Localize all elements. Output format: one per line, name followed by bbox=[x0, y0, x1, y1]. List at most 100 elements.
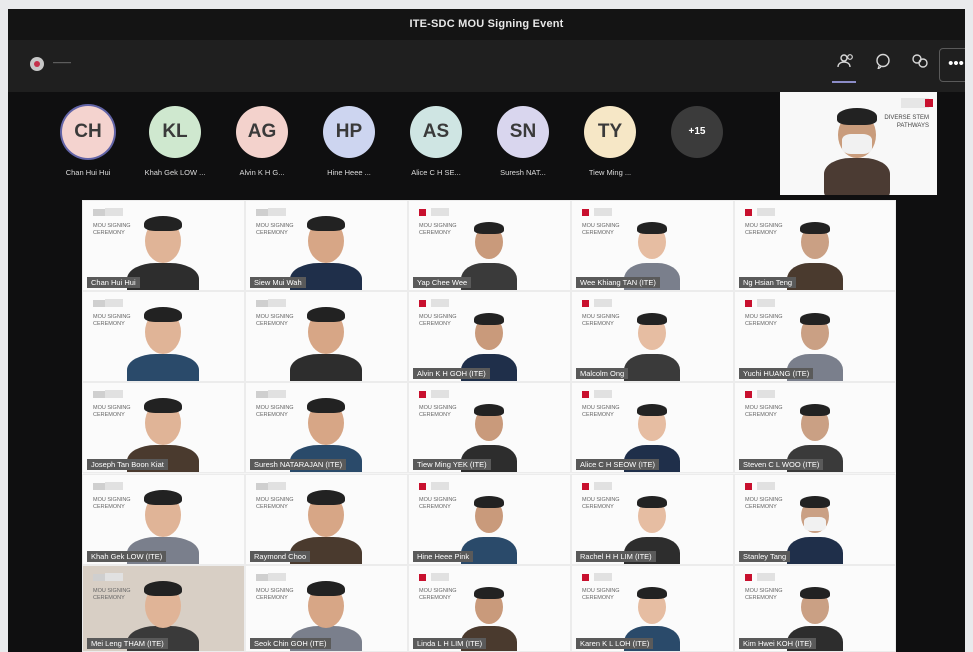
person-body bbox=[787, 537, 843, 564]
video-tile[interactable]: MOU SIGNING CEREMONY Joseph Tan Boon Kiat bbox=[82, 382, 245, 473]
participant-avatar[interactable]: CH Chan Hui Hui bbox=[60, 106, 116, 177]
event-logo bbox=[419, 574, 426, 581]
ceremony-caption: MOU SIGNING CEREMONY bbox=[745, 223, 783, 237]
ceremony-caption-line: CEREMONY bbox=[745, 595, 777, 601]
event-logo-mark bbox=[105, 299, 123, 307]
video-tile[interactable]: MOU SIGNING CEREMONY Yap Chee Wee bbox=[408, 200, 571, 291]
event-logo-mark bbox=[268, 573, 286, 581]
meeting-toolbar: —— ••• bbox=[8, 40, 965, 92]
ceremony-caption-line: CEREMONY bbox=[419, 595, 451, 601]
ceremony-caption-line: MOU SIGNING bbox=[582, 314, 620, 320]
ceremony-caption-line: MOU SIGNING bbox=[93, 405, 131, 411]
event-logo-mark bbox=[105, 390, 123, 398]
window-title: ITE-SDC MOU Signing Event bbox=[409, 18, 564, 30]
video-tile[interactable]: MOU SIGNING CEREMONY Khah Gek LOW (ITE) bbox=[82, 474, 245, 565]
video-tile[interactable]: MOU SIGNING CEREMONY bbox=[245, 291, 408, 382]
ceremony-caption: MOU SIGNING CEREMONY bbox=[745, 405, 783, 419]
event-logo-mark bbox=[594, 390, 612, 398]
participant-name-label: Joseph Tan Boon Kiat bbox=[87, 459, 168, 470]
reactions-button[interactable] bbox=[905, 50, 935, 80]
face-mask bbox=[842, 134, 872, 154]
video-tile[interactable]: MOU SIGNING CEREMONY Tiew Ming YEK (ITE) bbox=[408, 382, 571, 473]
event-logo-mark bbox=[431, 299, 449, 307]
event-logo bbox=[745, 391, 752, 398]
person-hair bbox=[144, 490, 182, 506]
video-tile[interactable]: MOU SIGNING CEREMONY Steven C L WOO (ITE) bbox=[734, 382, 896, 473]
video-tile[interactable]: MOU SIGNING CEREMONY Seok Chin GOH (ITE) bbox=[245, 565, 408, 652]
event-logo bbox=[419, 483, 426, 490]
ceremony-caption-line: CEREMONY bbox=[256, 321, 288, 327]
participant-avatar[interactable]: HP Hine Heee ... bbox=[321, 106, 377, 177]
video-tile[interactable]: MOU SIGNING CEREMONY Malcolm Ong bbox=[571, 291, 734, 382]
event-logo-mark bbox=[431, 573, 449, 581]
participant-avatar[interactable]: TY Tiew Ming ... bbox=[582, 106, 638, 177]
event-logo-mark bbox=[594, 208, 612, 216]
ceremony-caption: MOU SIGNING CEREMONY bbox=[256, 588, 294, 602]
chat-button[interactable] bbox=[868, 50, 898, 80]
person-hair bbox=[474, 222, 504, 234]
participant-name: Tiew Ming ... bbox=[588, 168, 632, 177]
ceremony-caption-line: MOU SIGNING bbox=[256, 314, 294, 320]
event-logo bbox=[745, 209, 752, 216]
video-tile[interactable]: MOU SIGNING CEREMONY Ng Hsian Teng bbox=[734, 200, 896, 291]
ceremony-caption-line: MOU SIGNING bbox=[419, 223, 457, 229]
participant-avatar[interactable]: KL Khah Gek LOW ... bbox=[145, 106, 205, 177]
event-logo bbox=[745, 574, 752, 581]
participant-name-label: Malcolm Ong bbox=[576, 368, 629, 379]
video-tile[interactable]: MOU SIGNING CEREMONY Rachel H H LIM (ITE) bbox=[571, 474, 734, 565]
participants-button[interactable] bbox=[831, 50, 861, 80]
event-logo-mark bbox=[594, 482, 612, 490]
ceremony-caption: MOU SIGNING CEREMONY bbox=[93, 497, 131, 511]
person-hair bbox=[144, 581, 182, 597]
ceremony-caption-line: CEREMONY bbox=[256, 230, 288, 236]
event-logo-mark bbox=[105, 482, 123, 490]
ceremony-caption-line: CEREMONY bbox=[419, 321, 451, 327]
video-tile[interactable]: MOU SIGNING CEREMONY Wee Khiang TAN (ITE) bbox=[571, 200, 734, 291]
ceremony-caption-line: MOU SIGNING bbox=[256, 497, 294, 503]
video-tile[interactable]: MOU SIGNING CEREMONY Karen K L LOH (ITE) bbox=[571, 565, 734, 652]
more-participants-button[interactable]: +15 bbox=[669, 106, 725, 158]
event-logo bbox=[582, 300, 589, 307]
video-tile[interactable]: MOU SIGNING CEREMONY bbox=[82, 291, 245, 382]
video-tile[interactable]: MOU SIGNING CEREMONY Mei Leng THAM (ITE) bbox=[82, 565, 245, 652]
participant-name-label: Siew Mui Wah bbox=[250, 277, 306, 288]
video-gallery: MOU SIGNING CEREMONY Chan Hui Hui MOU SIGNI… bbox=[82, 200, 896, 652]
selfview-caption-line: DIVERSE STEM bbox=[884, 115, 929, 121]
event-logo-mark bbox=[431, 482, 449, 490]
video-tile[interactable]: MOU SIGNING CEREMONY Yuchi HUANG (ITE) bbox=[734, 291, 896, 382]
ceremony-caption-line: MOU SIGNING bbox=[745, 314, 783, 320]
ceremony-caption: MOU SIGNING CEREMONY bbox=[582, 223, 620, 237]
ceremony-caption-line: CEREMONY bbox=[745, 321, 777, 327]
event-logo-mark bbox=[268, 299, 286, 307]
participant-name-label: Tiew Ming YEK (ITE) bbox=[413, 459, 491, 470]
ceremony-caption-line: MOU SIGNING bbox=[93, 314, 131, 320]
video-tile[interactable]: MOU SIGNING CEREMONY Kim Hwei KOH (ITE) bbox=[734, 565, 896, 652]
video-tile[interactable]: MOU SIGNING CEREMONY Siew Mui Wah bbox=[245, 200, 408, 291]
video-tile[interactable]: MOU SIGNING CEREMONY Raymond Choo bbox=[245, 474, 408, 565]
participants-active-indicator bbox=[832, 81, 856, 83]
person-hair bbox=[837, 108, 877, 125]
video-tile[interactable]: MOU SIGNING CEREMONY Alice C H SEOW (ITE) bbox=[571, 382, 734, 473]
title-bar: ITE-SDC MOU Signing Event bbox=[8, 9, 965, 40]
event-logo bbox=[582, 574, 589, 581]
video-tile[interactable]: MOU SIGNING CEREMONY Linda L H LIM (ITE) bbox=[408, 565, 571, 652]
participant-avatar[interactable]: AS Alice C H SE... bbox=[408, 106, 464, 177]
participant-avatar[interactable]: SN Suresh NAT... bbox=[495, 106, 551, 177]
ceremony-caption-line: CEREMONY bbox=[745, 504, 777, 510]
avatar-initials: TY bbox=[584, 106, 636, 158]
ceremony-caption-line: CEREMONY bbox=[582, 230, 614, 236]
video-tile[interactable]: MOU SIGNING CEREMONY Stanley Tang bbox=[734, 474, 896, 565]
participant-avatar[interactable]: AG Alvin K H G... bbox=[234, 106, 290, 177]
ceremony-caption-line: MOU SIGNING bbox=[582, 223, 620, 229]
ceremony-caption-line: CEREMONY bbox=[419, 504, 451, 510]
self-view-video[interactable]: DIVERSE STEM PATHWAYS bbox=[780, 92, 937, 195]
more-actions-button[interactable]: ••• bbox=[939, 48, 965, 82]
participant-name-label: Stanley Tang bbox=[739, 551, 791, 562]
video-tile[interactable]: MOU SIGNING CEREMONY Suresh NATARAJAN (ITE… bbox=[245, 382, 408, 473]
video-tile[interactable]: MOU SIGNING CEREMONY Chan Hui Hui bbox=[82, 200, 245, 291]
video-tile[interactable]: MOU SIGNING CEREMONY Alvin K H GOH (ITE) bbox=[408, 291, 571, 382]
person-hair bbox=[800, 222, 830, 234]
ceremony-caption: MOU SIGNING CEREMONY bbox=[256, 223, 294, 237]
video-tile[interactable]: MOU SIGNING CEREMONY Hine Heee Pink bbox=[408, 474, 571, 565]
event-logo bbox=[582, 483, 589, 490]
